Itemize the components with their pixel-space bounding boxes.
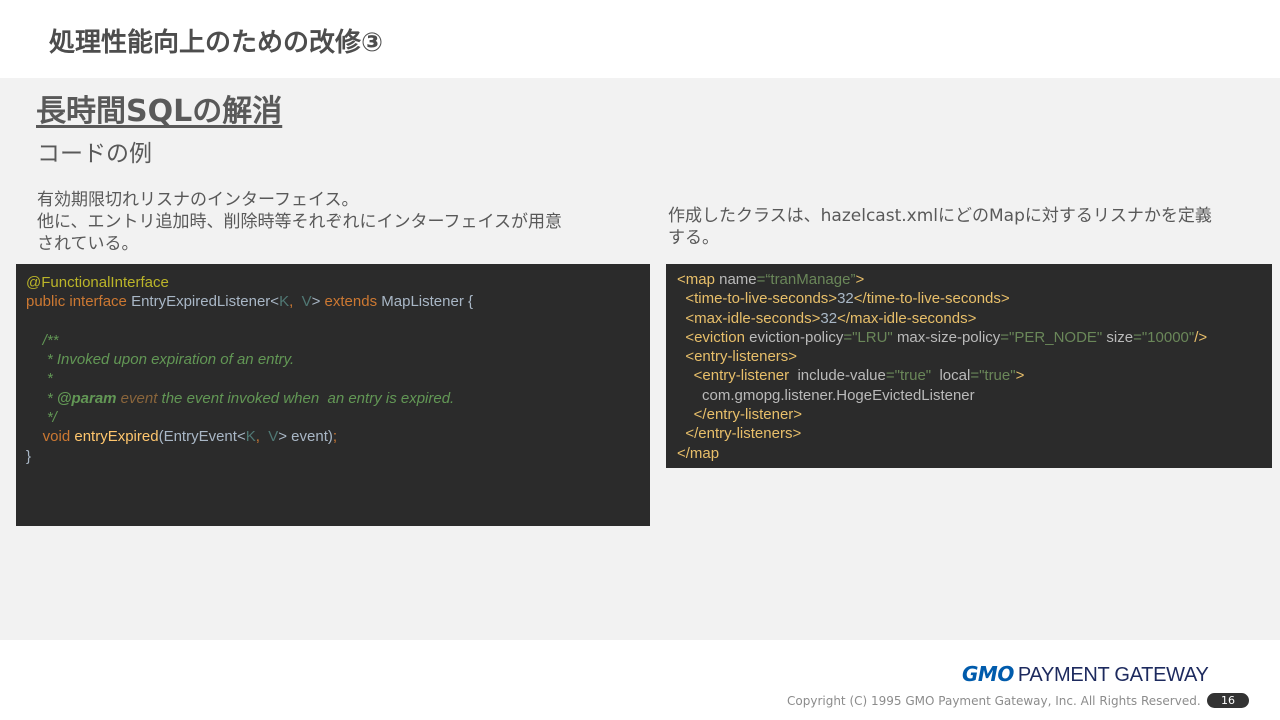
code-token: K	[245, 428, 256, 446]
code-token: @param	[56, 389, 121, 407]
code-token: </entry-listeners>	[677, 425, 802, 443]
code-token: max-size-policy	[896, 328, 1001, 346]
right-description-line: する。	[668, 228, 719, 248]
code-token: EntryExpiredListener<	[131, 293, 280, 311]
xml-code-line: <time-to-live-seconds>32</time-to-live-s…	[677, 289, 1261, 308]
section-heading: 長時間SQLの解消	[36, 94, 283, 129]
code-token: <map	[677, 271, 720, 288]
code-token: </entry-listener>	[677, 406, 803, 424]
code-token: </time-to-live-seconds>	[853, 290, 1010, 308]
java-code-line: * Invoked upon expiration of an entry.	[26, 350, 640, 369]
left-description-line: されている。	[37, 234, 139, 254]
xml-code-line: <eviction eviction-policy="LRU" max-size…	[677, 328, 1261, 347]
left-description-line: 他に、エントリ追加時、削除時等それぞれにインターフェイスが用意	[37, 212, 562, 232]
xml-code-line: </entry-listener>	[677, 405, 1261, 424]
code-token: <time-to-live-seconds>	[677, 290, 838, 308]
xml-code-line: <max-idle-seconds>32</max-idle-seconds>	[677, 309, 1261, 328]
slide-title: 処理性能向上のための改修③	[49, 28, 384, 58]
code-token: ,	[289, 293, 302, 311]
code-token: >	[1015, 367, 1025, 385]
xml-code-line: <entry-listener include-value="true" loc…	[677, 366, 1261, 385]
slide-footer: GMO PAYMENT GATEWAY Copyright (C) 1995 G…	[0, 640, 1280, 720]
copyright-text: Copyright (C) 1995 GMO Payment Gateway, …	[787, 694, 1201, 708]
java-code-line: }	[26, 447, 640, 466]
xml-code-line: com.gmopg.listener.HogeEvictedListener	[677, 386, 1261, 405]
xml-code-line: </map	[677, 444, 1261, 463]
slide-header: 処理性能向上のための改修③	[0, 0, 1280, 78]
code-token: <eviction	[677, 328, 750, 346]
code-token: ="PER_NODE"	[1000, 328, 1107, 346]
right-description-line: 作成したクラスは、hazelcast.xmlにどのMapに対するリスナかを定義	[668, 206, 1212, 226]
code-token: event	[120, 389, 162, 407]
java-code-line: public interface EntryExpiredListener<K,…	[26, 292, 640, 311]
code-token: *	[26, 389, 57, 407]
code-token: MapListener {	[381, 293, 473, 311]
java-code-line: * @param event the event invoked when an…	[26, 389, 640, 408]
code-token: V	[301, 293, 312, 311]
java-code-line: */	[26, 408, 640, 427]
code-token: </map	[677, 444, 720, 462]
logo-gmo-text: GMO	[962, 662, 1014, 686]
java-code-line: @FunctionalInterface	[26, 273, 640, 292]
code-token: <entry-listener	[677, 367, 798, 385]
code-token: V	[268, 428, 279, 446]
code-token: ,	[255, 428, 269, 446]
code-token: */	[26, 409, 57, 427]
code-token: >	[311, 293, 325, 311]
code-token: interface	[69, 293, 132, 311]
code-token: }	[26, 447, 32, 465]
code-token: </max-idle-seconds>	[837, 309, 977, 327]
code-token: name	[719, 271, 757, 288]
code-token: >	[855, 271, 865, 288]
left-description-line: 有効期限切れリスナのインターフェイス。	[37, 190, 359, 210]
code-token: 32	[837, 290, 854, 308]
xml-code-block: <map name=“tranManage”> <time-to-live-se…	[666, 264, 1272, 468]
slide-content: 長時間SQLの解消 コードの例 有効期限切れリスナのインターフェイス。 他に、エ…	[0, 78, 1280, 640]
code-token: /**	[26, 331, 59, 349]
code-token: eviction-policy	[749, 328, 844, 346]
java-code-line: /**	[26, 331, 640, 350]
xml-code-line: <entry-listeners>	[677, 347, 1261, 366]
code-token: the event invoked when an entry is expir…	[161, 389, 455, 407]
code-token: local	[939, 367, 971, 385]
code-token: com.gmopg.listener.HogeEvictedListener	[677, 386, 975, 404]
logo-payment-gateway-text: PAYMENT GATEWAY	[1017, 664, 1209, 686]
code-token: entryExpired	[74, 428, 159, 446]
page-number-badge: 16	[1207, 693, 1249, 708]
code-token: extends	[324, 293, 382, 311]
java-code-line	[26, 312, 640, 331]
code-token: * Invoked upon expiration of an entry.	[26, 351, 295, 369]
code-token: void	[26, 428, 75, 446]
code-token: include-value	[797, 367, 886, 385]
xml-code-line: </entry-listeners>	[677, 424, 1261, 443]
code-token: 32	[820, 309, 838, 327]
code-token: <max-idle-seconds>	[677, 309, 821, 327]
code-token: />	[1194, 328, 1208, 346]
java-code-line: *	[26, 369, 640, 388]
code-token: size	[1106, 328, 1134, 346]
code-token: (EntryEvent<	[158, 428, 246, 446]
java-code-block: @FunctionalInterface public interface Ent…	[16, 264, 650, 526]
code-token: public	[26, 293, 70, 311]
xml-code-line: <map name=“tranManage”>	[677, 270, 1261, 289]
java-code-line: void entryExpired(EntryEvent<K, V> event…	[26, 427, 640, 446]
code-token: =“tranManage”	[756, 271, 856, 288]
right-description: 作成したクラスは、hazelcast.xmlにどのMapに対するリスナかを定義 …	[668, 205, 1268, 249]
code-token: @FunctionalInterface	[26, 274, 169, 291]
code-token: *	[26, 370, 53, 388]
left-description: 有効期限切れリスナのインターフェイス。 他に、エントリ追加時、削除時等それぞれに…	[37, 189, 637, 255]
code-token: > event)	[278, 428, 333, 446]
code-token: ="true"	[885, 367, 940, 385]
code-token: K	[279, 293, 290, 311]
section-subheading: コードの例	[37, 141, 152, 167]
code-token: <entry-listeners>	[677, 348, 798, 366]
code-token: ="true"	[970, 367, 1016, 385]
gmo-payment-gateway-logo: GMO PAYMENT GATEWAY	[962, 662, 1209, 687]
code-token: ;	[332, 428, 338, 446]
code-token: ="LRU"	[843, 328, 897, 346]
code-token: ="10000"	[1133, 328, 1195, 346]
